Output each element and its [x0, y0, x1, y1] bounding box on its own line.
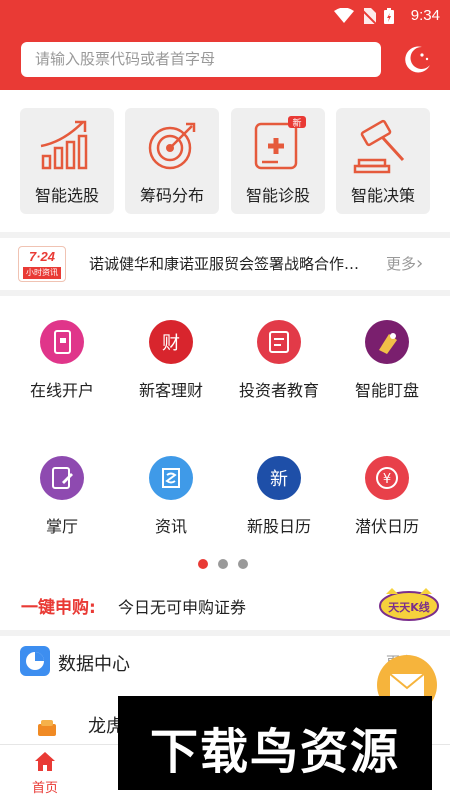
status-bar: 9:34: [0, 0, 450, 32]
chip-distribution-icon: [148, 122, 196, 170]
page-indicator: [198, 559, 248, 569]
svc-label: 潜伏日历: [354, 517, 419, 536]
watermark-overlay: 下载鸟资源: [118, 696, 432, 790]
kline-game-badge[interactable]: 天天K线: [378, 586, 440, 624]
svg-text:¥: ¥: [383, 472, 391, 487]
new-badge: 新: [292, 117, 301, 129]
tool-smart-diagnosis[interactable]: 新 智能诊股: [231, 108, 325, 214]
tool-label: 筹码分布: [139, 186, 204, 205]
news-badge-bottom: 小时资讯: [23, 267, 61, 279]
page-dot[interactable]: [198, 559, 208, 569]
battery-icon: [384, 8, 394, 24]
hall-icon: [40, 456, 84, 500]
page-dot[interactable]: [218, 559, 228, 569]
svc-new-customer-finance[interactable]: 财 新客理财: [115, 320, 227, 420]
svc-open-account[interactable]: 在线开户: [6, 320, 118, 420]
news-more-link[interactable]: 更多›: [386, 253, 423, 274]
moon-icon[interactable]: [402, 43, 434, 75]
status-icons: [334, 8, 394, 24]
news-headline[interactable]: 诺诚健华和康诺亚服贸会签署战略合作协议: [89, 253, 373, 274]
finance-icon: 财: [149, 320, 193, 364]
service-grid: 在线开户 财 新客理财 投资者教育 智能盯盘 掌厅 资讯 新 新股日历 ¥ 潜伏…: [0, 296, 450, 630]
chevron-right-icon: ›: [416, 253, 424, 274]
finance-icon-text: 财: [162, 333, 180, 354]
subscribe-status-text: 今日无可申购证券: [118, 598, 247, 617]
news-724-badge: 7·24 小时资讯: [18, 246, 66, 282]
ipo-calendar-icon: 新: [257, 456, 301, 500]
one-click-subscribe-label[interactable]: 一键申购:: [21, 593, 96, 618]
page-dot[interactable]: [238, 559, 248, 569]
svc-smart-monitor[interactable]: 智能盯盘: [331, 320, 443, 420]
kline-badge-text: 天天K线: [388, 600, 430, 614]
monitor-icon: [365, 320, 409, 364]
stock-picker-icon: [40, 120, 88, 170]
lurk-calendar-icon: ¥: [365, 456, 409, 500]
svc-mobile-hall[interactable]: 掌厅: [6, 456, 118, 556]
decision-gavel-icon: [353, 119, 405, 174]
svc-ipo-calendar[interactable]: 新 新股日历: [223, 456, 335, 556]
pie-chart-icon: [20, 646, 50, 676]
news-more-label: 更多: [386, 255, 417, 273]
svc-label: 智能盯盘: [354, 381, 419, 400]
tool-label: 智能诊股: [245, 186, 310, 205]
news-badge-top: 7·24: [28, 249, 56, 264]
dragon-tiger-icon: [38, 720, 56, 736]
tool-chip-distribution[interactable]: 筹码分布: [125, 108, 219, 214]
watermark-text: 下载鸟资源: [149, 724, 400, 780]
tool-smart-stock-picking[interactable]: 智能选股: [20, 108, 114, 214]
home-icon: [35, 752, 55, 771]
tool-smart-decision[interactable]: 智能决策: [336, 108, 430, 214]
no-sim-icon: [362, 8, 376, 24]
app-header: 9:34: [0, 0, 450, 90]
stock-diagnosis-icon: 新: [254, 116, 306, 170]
status-time: 9:34: [410, 7, 440, 24]
data-center-title: 数据中心: [58, 654, 130, 675]
tab-home-label: 首页: [31, 781, 58, 796]
stock-search-input[interactable]: [21, 42, 381, 77]
svc-news[interactable]: 资讯: [115, 456, 227, 556]
svc-lurk-calendar[interactable]: ¥ 潜伏日历: [331, 456, 443, 556]
open-account-icon: [40, 320, 84, 364]
wifi-icon: [334, 8, 354, 23]
tool-label: 智能决策: [350, 186, 415, 205]
news-ticker[interactable]: 7·24 小时资讯 诺诚健华和康诺亚服贸会签署战略合作协议 更多›: [0, 238, 450, 290]
news-icon: [149, 456, 193, 500]
svc-investor-education[interactable]: 投资者教育: [223, 320, 335, 420]
ipo-icon-text: 新: [270, 469, 288, 490]
tab-home[interactable]: 首页: [20, 749, 70, 799]
tool-label: 智能选股: [34, 186, 99, 205]
quick-tools: 智能选股 筹码分布 新 智能诊股 智能决策: [0, 90, 450, 232]
education-icon: [257, 320, 301, 364]
